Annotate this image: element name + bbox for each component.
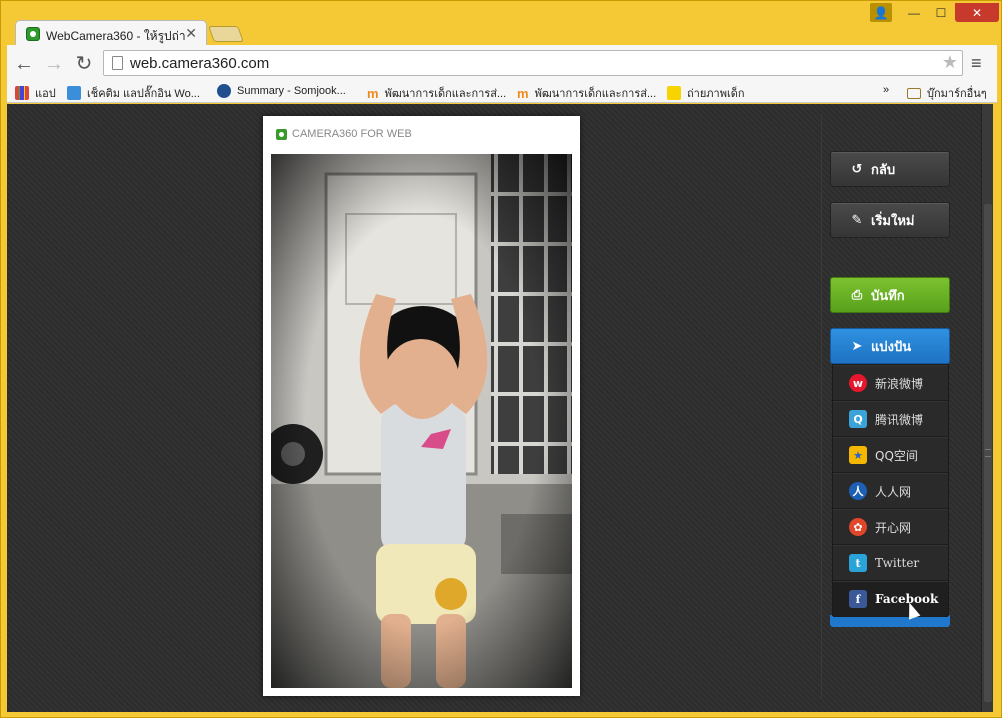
undo-icon: ↺ bbox=[851, 161, 863, 177]
twitter-icon: t bbox=[849, 554, 867, 572]
share-item-facebook[interactable]: f Facebook bbox=[833, 581, 948, 617]
folder-icon bbox=[907, 87, 921, 99]
camera360-logo-icon bbox=[276, 128, 287, 140]
bookmark-apps[interactable]: แอป bbox=[15, 84, 56, 102]
scrollbar-grip bbox=[985, 449, 991, 457]
share-item-qzone[interactable]: ★ QQ空间 bbox=[833, 437, 948, 473]
camera360-favicon-icon bbox=[26, 27, 40, 41]
other-bookmarks-folder[interactable]: บุ๊กมาร์กอื่นๆ bbox=[907, 84, 987, 102]
bookmark-label: บุ๊กมาร์กอื่นๆ bbox=[927, 88, 987, 100]
tencent-weibo-icon: Q bbox=[849, 410, 867, 428]
bookmark-child-dev-1[interactable]: m พัฒนาการเด็กและการส่... bbox=[367, 84, 506, 102]
weibo-icon: w bbox=[849, 374, 867, 392]
new-tab-button[interactable] bbox=[208, 26, 244, 42]
bookmark-label: Summary - Somjook... bbox=[237, 85, 346, 97]
m-icon: m bbox=[517, 86, 529, 101]
paper-plane-icon: ➤ bbox=[851, 338, 863, 354]
restart-label: เริ่มใหม่ bbox=[871, 213, 915, 229]
child-photo-image bbox=[271, 154, 572, 688]
chrome-menu-icon[interactable]: ≡ bbox=[971, 53, 982, 74]
bookmark-label: แอป bbox=[35, 88, 56, 100]
maximize-button[interactable]: ☐ bbox=[930, 3, 952, 22]
bookmark-star-icon[interactable]: ★ bbox=[942, 52, 958, 73]
nikon-icon bbox=[667, 86, 681, 100]
browser-window: WebCamera360 - ให้รูปถ่าย ✕ 👤 — ☐ ✕ ← → … bbox=[0, 0, 1002, 718]
share-item-label: 人人网 bbox=[875, 484, 912, 499]
share-item-twitter[interactable]: t Twitter bbox=[833, 545, 948, 581]
summary-icon bbox=[217, 84, 231, 98]
share-item-label: Twitter bbox=[875, 556, 920, 570]
renren-icon: 人 bbox=[849, 482, 867, 500]
title-bar: WebCamera360 - ให้รูปถ่าย ✕ 👤 — ☐ ✕ bbox=[1, 1, 1002, 46]
share-label: แบ่งปัน bbox=[871, 339, 912, 355]
restart-button[interactable]: ✎ เริ่มใหม่ bbox=[830, 202, 950, 238]
tab-close-icon[interactable]: ✕ bbox=[185, 25, 197, 42]
m-icon: m bbox=[367, 86, 379, 101]
bookmark-kid-photos[interactable]: ถ่ายภาพเด็ก bbox=[667, 84, 745, 102]
browser-toolbar: ← → ↻ web.camera360.com ★ ≡ bbox=[7, 45, 997, 81]
share-button[interactable]: ➤ แบ่งปัน bbox=[830, 328, 950, 364]
brand-header: CAMERA360 FOR WEB bbox=[276, 128, 412, 140]
panel-divider bbox=[821, 114, 822, 699]
bookmarks-bar: แอป เช็คติม แลปลั๊กอิน Wo... Summary - S… bbox=[7, 81, 997, 103]
qzone-icon: ★ bbox=[849, 446, 867, 464]
url-text: web.camera360.com bbox=[130, 55, 270, 72]
bookmark-summary[interactable]: Summary - Somjook... bbox=[217, 84, 346, 98]
share-item-sina-weibo[interactable]: w 新浪微博 bbox=[833, 365, 948, 401]
bookmark-label: พัฒนาการเด็กและการส่... bbox=[384, 88, 507, 100]
td-icon bbox=[67, 86, 81, 100]
back-arrow-icon[interactable]: ← bbox=[13, 53, 35, 75]
kaixin-icon: ✿ bbox=[849, 518, 867, 536]
save-monitor-icon: ⎙ bbox=[851, 287, 863, 303]
share-dropdown-menu: w 新浪微博 Q 腾讯微博 ★ QQ空间 人 人人网 ✿ 开心网 t Twitt… bbox=[832, 364, 949, 617]
bookmark-label: เช็คติม แลปลั๊กอิน Wo... bbox=[87, 88, 200, 100]
user-profile-icon[interactable]: 👤 bbox=[870, 3, 892, 22]
minimize-button[interactable]: — bbox=[903, 3, 925, 22]
brand-label: CAMERA360 FOR WEB bbox=[292, 128, 412, 140]
photo-card: CAMERA360 FOR WEB bbox=[263, 116, 580, 696]
save-label: บันทึก bbox=[871, 288, 905, 304]
share-item-label: 新浪微博 bbox=[875, 376, 924, 391]
bookmarks-overflow-button[interactable]: » bbox=[883, 84, 889, 96]
bookmark-child-dev-2[interactable]: m พัฒนาการเด็กและการส่... bbox=[517, 84, 656, 102]
tab-title: WebCamera360 - ให้รูปถ่าย bbox=[46, 29, 186, 43]
share-item-label: 开心网 bbox=[875, 520, 912, 535]
share-item-tencent-weibo[interactable]: Q 腾讯微博 bbox=[833, 401, 948, 437]
share-item-renren[interactable]: 人 人人网 bbox=[833, 473, 948, 509]
apps-icon bbox=[15, 86, 29, 100]
address-bar[interactable]: web.camera360.com ★ bbox=[103, 50, 963, 76]
back-label: กลับ bbox=[871, 162, 896, 178]
bookmark-label: ถ่ายภาพเด็ก bbox=[687, 88, 745, 100]
edit-icon: ✎ bbox=[851, 212, 863, 228]
share-item-kaixin[interactable]: ✿ 开心网 bbox=[833, 509, 948, 545]
tab-webcamera360[interactable]: WebCamera360 - ให้รูปถ่าย ✕ bbox=[15, 20, 207, 46]
page-icon bbox=[112, 56, 123, 70]
page-scrollbar[interactable] bbox=[981, 104, 993, 712]
close-window-button[interactable]: ✕ bbox=[955, 3, 999, 22]
back-button[interactable]: ↺ กลับ bbox=[830, 151, 950, 187]
bookmark-label: พัฒนาการเด็กและการส่... bbox=[534, 88, 657, 100]
forward-arrow-icon[interactable]: → bbox=[43, 53, 65, 75]
edited-photo bbox=[271, 154, 572, 688]
bookmark-td[interactable]: เช็คติม แลปลั๊กอิน Wo... bbox=[67, 84, 200, 102]
share-item-label: 腾讯微博 bbox=[875, 412, 924, 427]
reload-icon[interactable]: ↻ bbox=[73, 53, 95, 75]
share-item-label: QQ空间 bbox=[875, 448, 918, 463]
facebook-icon: f bbox=[849, 590, 867, 608]
save-button[interactable]: ⎙ บันทึก bbox=[830, 277, 950, 313]
